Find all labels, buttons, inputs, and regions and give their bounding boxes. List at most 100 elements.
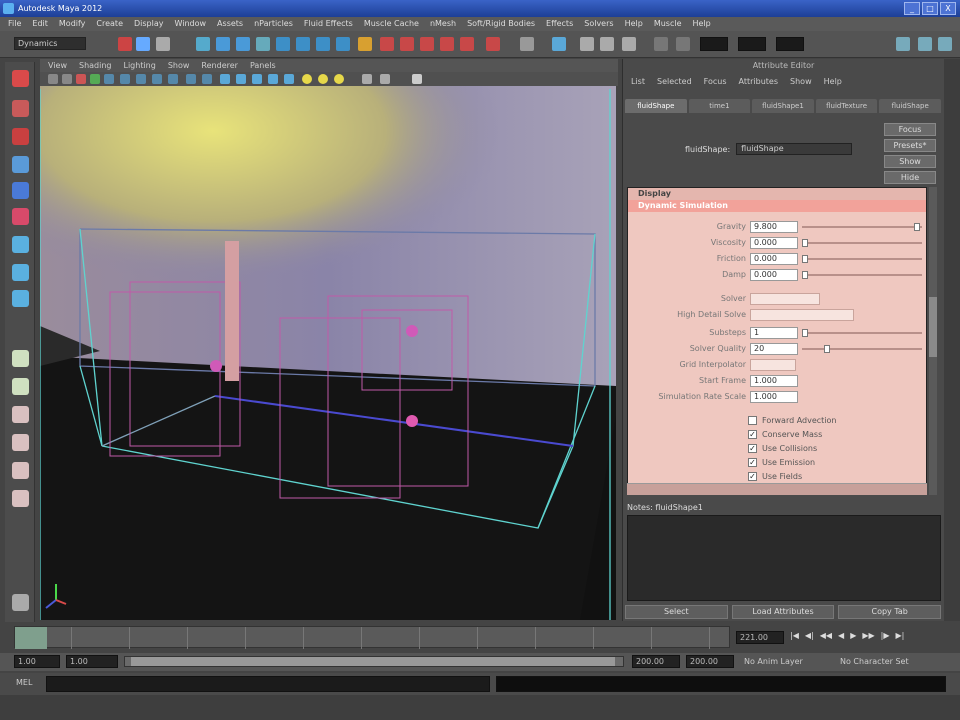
move-tool-icon[interactable] xyxy=(12,156,29,173)
menu-fluid-effects[interactable]: Fluid Effects xyxy=(304,17,353,31)
persp-hypergraph-layout-icon[interactable] xyxy=(12,490,29,507)
history-icon[interactable] xyxy=(486,37,500,51)
snap-plane-icon[interactable] xyxy=(440,37,454,51)
node-name-field[interactable]: fluidShape xyxy=(736,143,853,155)
play-backwards-icon[interactable]: ◀ xyxy=(838,631,844,640)
playback-end-field[interactable]: 200.00 xyxy=(632,655,680,668)
ae-menu-list[interactable]: List xyxy=(631,75,645,89)
xray-joints-icon[interactable] xyxy=(380,74,390,84)
go-to-end-icon[interactable]: ▶| xyxy=(896,631,905,640)
menu-soft-rigid[interactable]: Soft/Rigid Bodies xyxy=(467,17,535,31)
select-object-icon[interactable] xyxy=(216,37,230,51)
friction-field[interactable]: 0.000 xyxy=(750,253,798,265)
solver-quality-field[interactable]: 20 xyxy=(750,343,798,355)
grid-interpolator-dropdown[interactable] xyxy=(750,359,796,371)
mask-handles-icon[interactable] xyxy=(256,37,270,51)
attribute-vertical-scrollbar[interactable] xyxy=(929,187,937,495)
hide-button[interactable]: Hide xyxy=(884,171,936,184)
viscosity-field[interactable]: 0.000 xyxy=(750,237,798,249)
field-chart-icon[interactable] xyxy=(168,74,178,84)
open-scene-icon[interactable] xyxy=(136,37,150,51)
soft-mod-tool-icon[interactable] xyxy=(12,264,29,281)
panel-menu-show[interactable]: Show xyxy=(168,59,190,72)
menu-window[interactable]: Window xyxy=(175,17,207,31)
substeps-slider[interactable] xyxy=(802,329,922,337)
panel-menu-panels[interactable]: Panels xyxy=(250,59,276,72)
friction-slider[interactable] xyxy=(802,255,922,263)
solver-dropdown[interactable] xyxy=(750,293,820,305)
ipr-render-icon[interactable] xyxy=(580,37,594,51)
mask-surfaces-icon[interactable] xyxy=(316,37,330,51)
render-frame-icon[interactable] xyxy=(552,37,566,51)
substeps-slider-handle[interactable] xyxy=(802,329,808,337)
lasso-tool-icon[interactable] xyxy=(12,100,29,117)
tab-fluidshape[interactable]: fluidShape xyxy=(625,99,687,113)
ae-menu-focus[interactable]: Focus xyxy=(704,75,727,89)
forward-advection-checkbox[interactable]: Forward Advection xyxy=(748,414,926,428)
go-to-start-icon[interactable]: |◀ xyxy=(790,631,799,640)
grid-toggle-icon[interactable] xyxy=(104,74,114,84)
step-back-frame-icon[interactable]: ◀◀ xyxy=(820,631,832,640)
menu-solvers[interactable]: Solvers xyxy=(584,17,613,31)
persp-hypershade-layout-icon[interactable] xyxy=(12,462,29,479)
wireframe-icon[interactable] xyxy=(220,74,230,84)
select-by-name-icon[interactable] xyxy=(676,37,690,51)
textured-icon[interactable] xyxy=(268,74,278,84)
save-scene-icon[interactable] xyxy=(156,37,170,51)
numeric-input-2[interactable] xyxy=(738,37,766,51)
damp-slider[interactable] xyxy=(802,271,922,279)
panel-menu-view[interactable]: View xyxy=(48,59,67,72)
mask-curves-icon[interactable] xyxy=(296,37,310,51)
panel-menu-lighting[interactable]: Lighting xyxy=(123,59,155,72)
step-forward-key-icon[interactable]: |▶ xyxy=(881,631,890,640)
sim-rate-scale-field[interactable]: 1.000 xyxy=(750,391,798,403)
bookmarks-icon[interactable] xyxy=(76,74,86,84)
step-back-key-icon[interactable]: ◀| xyxy=(805,631,814,640)
character-set-select[interactable]: No Character Set xyxy=(840,656,909,668)
command-input[interactable] xyxy=(46,676,490,692)
use-emission-checkbox[interactable]: ✓ Use Emission xyxy=(748,456,926,470)
manipulator-tool-icon[interactable] xyxy=(12,236,29,253)
perspective-viewport[interactable] xyxy=(40,86,616,620)
select-hierarchy-icon[interactable] xyxy=(196,37,210,51)
solver-quality-slider[interactable] xyxy=(802,345,922,353)
mel-label[interactable]: MEL xyxy=(16,678,32,687)
panel-menu-renderer[interactable]: Renderer xyxy=(201,59,238,72)
hypershade-icon[interactable] xyxy=(622,37,636,51)
default-lighting-icon[interactable] xyxy=(302,74,312,84)
use-lights-icon[interactable] xyxy=(284,74,294,84)
attribute-editor-toggle-icon[interactable] xyxy=(896,37,910,51)
menu-nparticles[interactable]: nParticles xyxy=(254,17,293,31)
anim-layer-select[interactable]: No Anim Layer xyxy=(744,656,803,668)
maximize-button[interactable]: □ xyxy=(922,2,938,15)
new-scene-icon[interactable] xyxy=(118,37,132,51)
minimize-button[interactable]: _ xyxy=(904,2,920,15)
menu-create[interactable]: Create xyxy=(96,17,123,31)
paint-select-tool-icon[interactable] xyxy=(12,128,29,145)
mask-deformations-icon[interactable] xyxy=(336,37,350,51)
menu-nmesh[interactable]: nMesh xyxy=(430,17,456,31)
playback-start-field[interactable]: 1.00 xyxy=(66,655,118,668)
persp-outliner-layout-icon[interactable] xyxy=(12,406,29,423)
anim-end-field[interactable]: 200.00 xyxy=(686,655,734,668)
load-attributes-button[interactable]: Load Attributes xyxy=(731,605,835,619)
channel-box-toggle-icon[interactable] xyxy=(938,37,952,51)
viscosity-slider-handle[interactable] xyxy=(802,239,808,247)
copy-tab-button[interactable]: Copy Tab xyxy=(838,605,942,619)
four-view-layout-icon[interactable] xyxy=(12,378,29,395)
tab-time1[interactable]: time1 xyxy=(688,99,751,113)
resolution-gate-icon[interactable] xyxy=(136,74,146,84)
close-button[interactable]: X xyxy=(940,2,956,15)
gravity-slider-handle[interactable] xyxy=(914,223,920,231)
use-fields-checkbox[interactable]: ✓ Use Fields xyxy=(748,470,926,484)
ae-menu-selected[interactable]: Selected xyxy=(657,75,692,89)
gravity-field[interactable]: 9.800 xyxy=(750,221,798,233)
camera-attributes-icon[interactable] xyxy=(62,74,72,84)
anim-start-field[interactable]: 1.00 xyxy=(14,655,60,668)
menu-muscle-cache[interactable]: Muscle Cache xyxy=(364,17,419,31)
smooth-shade-icon[interactable] xyxy=(236,74,246,84)
gravity-slider[interactable] xyxy=(802,223,922,231)
safe-title-icon[interactable] xyxy=(202,74,212,84)
damp-field[interactable]: 0.000 xyxy=(750,269,798,281)
select-button[interactable]: Select xyxy=(625,605,728,619)
